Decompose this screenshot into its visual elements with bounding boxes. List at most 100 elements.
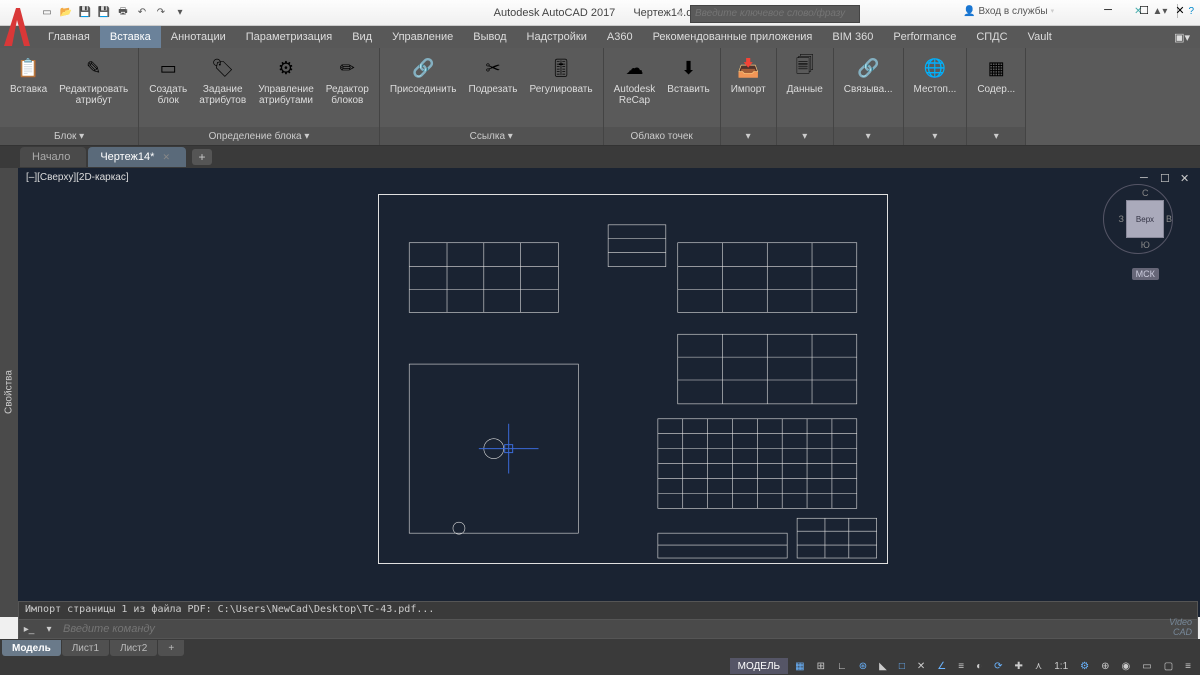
custom-icon[interactable]: ≡ (1180, 658, 1196, 674)
command-prompt-icon[interactable]: ▸_ (19, 624, 39, 635)
ribbon-panel-title[interactable]: Блок ▾ (0, 127, 138, 145)
ribbon-btn-5-0[interactable]: 🗐Данные (783, 52, 827, 97)
ribbon-btn-icon: 🎚 (547, 54, 575, 82)
doc-tab-close-icon[interactable]: ✕ (162, 152, 170, 163)
ribbon-btn-0-1[interactable]: ✎Редактировать атрибут (55, 52, 132, 108)
snap-icon[interactable]: ⊞ (812, 658, 830, 674)
isolate-icon[interactable]: ◉ (1117, 658, 1136, 674)
search-input[interactable] (690, 5, 860, 23)
osnap-icon[interactable]: □ (894, 658, 910, 674)
ribbon-tab-5[interactable]: Управление (382, 26, 463, 48)
ribbon-panel-title[interactable]: Ссылка ▾ (380, 127, 603, 145)
ribbon-tab-11[interactable]: Performance (883, 26, 966, 48)
ribbon-tab-0[interactable]: Главная (38, 26, 100, 48)
ribbon-btn-6-0[interactable]: 🔗Связыва... (840, 52, 897, 97)
ribbon-btn-4-0[interactable]: 📥Импорт (727, 52, 770, 97)
3dosnap-icon[interactable]: ✕ (912, 658, 930, 674)
polar-icon[interactable]: ⊛ (854, 658, 872, 674)
vp-minimize-icon[interactable]: ─ (1140, 172, 1154, 184)
ribbon-btn-0-0[interactable]: 📋Вставка (6, 52, 51, 97)
ribbon-tab-12[interactable]: СПДС (966, 26, 1017, 48)
ribbon-tab-4[interactable]: Вид (342, 26, 382, 48)
annomonitor-icon[interactable]: ✚ (1010, 658, 1028, 674)
ribbon-btn-2-2[interactable]: 🎚Регулировать (525, 52, 596, 97)
layout-tab-1[interactable]: Лист1 (62, 640, 109, 656)
qat-saveas-icon[interactable]: 💾 (95, 4, 113, 22)
ribbon-btn-3-0[interactable]: ☁Autodesk ReCap (610, 52, 660, 108)
ribbon-tab-13[interactable]: Vault (1018, 26, 1062, 48)
ribbon-btn-1-0[interactable]: ▭Создать блок (145, 52, 191, 108)
drawing-canvas[interactable]: [–][Сверху][2D-каркас] ─ ☐ ✕ (18, 168, 1200, 617)
viewport-label[interactable]: [–][Сверху][2D-каркас] (26, 172, 129, 183)
close-button[interactable]: ✕ (1162, 0, 1198, 20)
annoscale-icon[interactable]: ⋏ (1030, 658, 1047, 674)
layout-tab-add[interactable]: + (158, 640, 184, 656)
transparency-icon[interactable]: ◐ (971, 658, 987, 674)
ribbon-tab-3[interactable]: Параметризация (236, 26, 342, 48)
command-input[interactable] (59, 623, 1197, 635)
properties-palette-tab[interactable]: Свойства (0, 168, 18, 617)
ribbon-btn-1-3[interactable]: ✏Редактор блоков (322, 52, 373, 108)
otrack-icon[interactable]: ∠ (932, 658, 951, 674)
ribbon-tab-10[interactable]: BIM 360 (822, 26, 883, 48)
viewcube[interactable]: С З Верх В Ю МСК (1119, 188, 1172, 280)
ribbon-btn-2-1[interactable]: ✂Подрезать (465, 52, 522, 97)
ribbon-tab-9[interactable]: Рекомендованные приложения (643, 26, 823, 48)
gear-icon[interactable]: ⚙ (1075, 658, 1094, 674)
doc-tab-0[interactable]: Начало (20, 147, 86, 167)
ribbon-panel-title[interactable]: ▾ (777, 127, 833, 145)
ribbon-btn-8-0[interactable]: ▦Содер... (973, 52, 1019, 97)
title-bar: ▭ 📂 💾 💾 🖶 ↶ ↷ ▾ Autodesk AutoCAD 2017 Че… (0, 0, 1200, 26)
qat-plot-icon[interactable]: 🖶 (114, 4, 132, 22)
ribbon-btn-icon: ✂ (479, 54, 507, 82)
qat-save-icon[interactable]: 💾 (76, 4, 94, 22)
ribbon-panel-title[interactable]: ▾ (904, 127, 967, 145)
layout-tab-0[interactable]: Модель (2, 640, 61, 656)
command-dd-icon[interactable]: ▾ (39, 624, 59, 635)
qat-more-icon[interactable]: ▾ (171, 4, 189, 22)
doc-tab-add[interactable]: + (192, 149, 212, 165)
ribbon-btn-1-2[interactable]: ⚙Управление атрибутами (254, 52, 318, 108)
cleanscreen-icon[interactable]: ▢ (1159, 658, 1178, 674)
ribbon-panel-title[interactable]: ▾ (834, 127, 903, 145)
ortho-icon[interactable]: ∟ (832, 658, 852, 674)
ribbon-panel-title[interactable]: ▾ (721, 127, 776, 145)
scale-label[interactable]: 1:1 (1049, 658, 1073, 674)
ribbon-btn-label: Связыва... (844, 84, 893, 95)
ribbon-tab-2[interactable]: Аннотации (161, 26, 236, 48)
vp-close-icon[interactable]: ✕ (1180, 172, 1194, 184)
signin-button[interactable]: 👤 Вход в службы▾ (963, 6, 1054, 17)
isodraft-icon[interactable]: ◣ (874, 658, 892, 674)
ribbon-btn-2-0[interactable]: 🔗Присоединить (386, 52, 461, 97)
ribbon-tab-7[interactable]: Надстройки (517, 26, 597, 48)
status-model-button[interactable]: МОДЕЛЬ (730, 658, 788, 674)
vp-restore-icon[interactable]: ☐ (1160, 172, 1174, 184)
ribbon-tab-1[interactable]: Вставка (100, 26, 161, 48)
ribbon-panel-title[interactable]: ▾ (967, 127, 1025, 145)
workspace-icon[interactable]: ⊕ (1096, 658, 1114, 674)
qat-new-icon[interactable]: ▭ (38, 4, 56, 22)
lineweight-icon[interactable]: ≡ (953, 658, 969, 674)
cycling-icon[interactable]: ⟳ (989, 658, 1007, 674)
ribbon-panel-title[interactable]: Облако точек (604, 127, 720, 145)
hwaccel-icon[interactable]: ▭ (1137, 658, 1156, 674)
layout-tab-2[interactable]: Лист2 (110, 640, 157, 656)
ribbon-btn-icon: 🌐 (921, 54, 949, 82)
ribbon-btn-7-0[interactable]: 🌐Местоп... (910, 52, 961, 97)
ribbon-btn-label: Содер... (977, 84, 1015, 95)
ribbon-btn-1-1[interactable]: 🏷Задание атрибутов (195, 52, 250, 108)
ribbon-tab-8[interactable]: A360 (597, 26, 643, 48)
qat-undo-icon[interactable]: ↶ (133, 4, 151, 22)
ribbon-collapse-icon[interactable]: ▣▾ (1164, 26, 1200, 48)
ribbon-panel-title[interactable]: Определение блока ▾ (139, 127, 379, 145)
qat-redo-icon[interactable]: ↷ (152, 4, 170, 22)
ribbon-btn-3-1[interactable]: ⬇Вставить (663, 52, 713, 97)
ribbon-btn-icon: ☁ (620, 54, 648, 82)
qat-open-icon[interactable]: 📂 (57, 4, 75, 22)
doc-tab-1[interactable]: Чертеж14*✕ (88, 147, 186, 167)
wcs-label[interactable]: МСК (1132, 268, 1159, 280)
minimize-button[interactable]: ─ (1090, 0, 1126, 20)
grid-icon[interactable]: ▦ (790, 658, 809, 674)
ribbon-tab-6[interactable]: Вывод (463, 26, 516, 48)
maximize-button[interactable]: ☐ (1126, 0, 1162, 20)
